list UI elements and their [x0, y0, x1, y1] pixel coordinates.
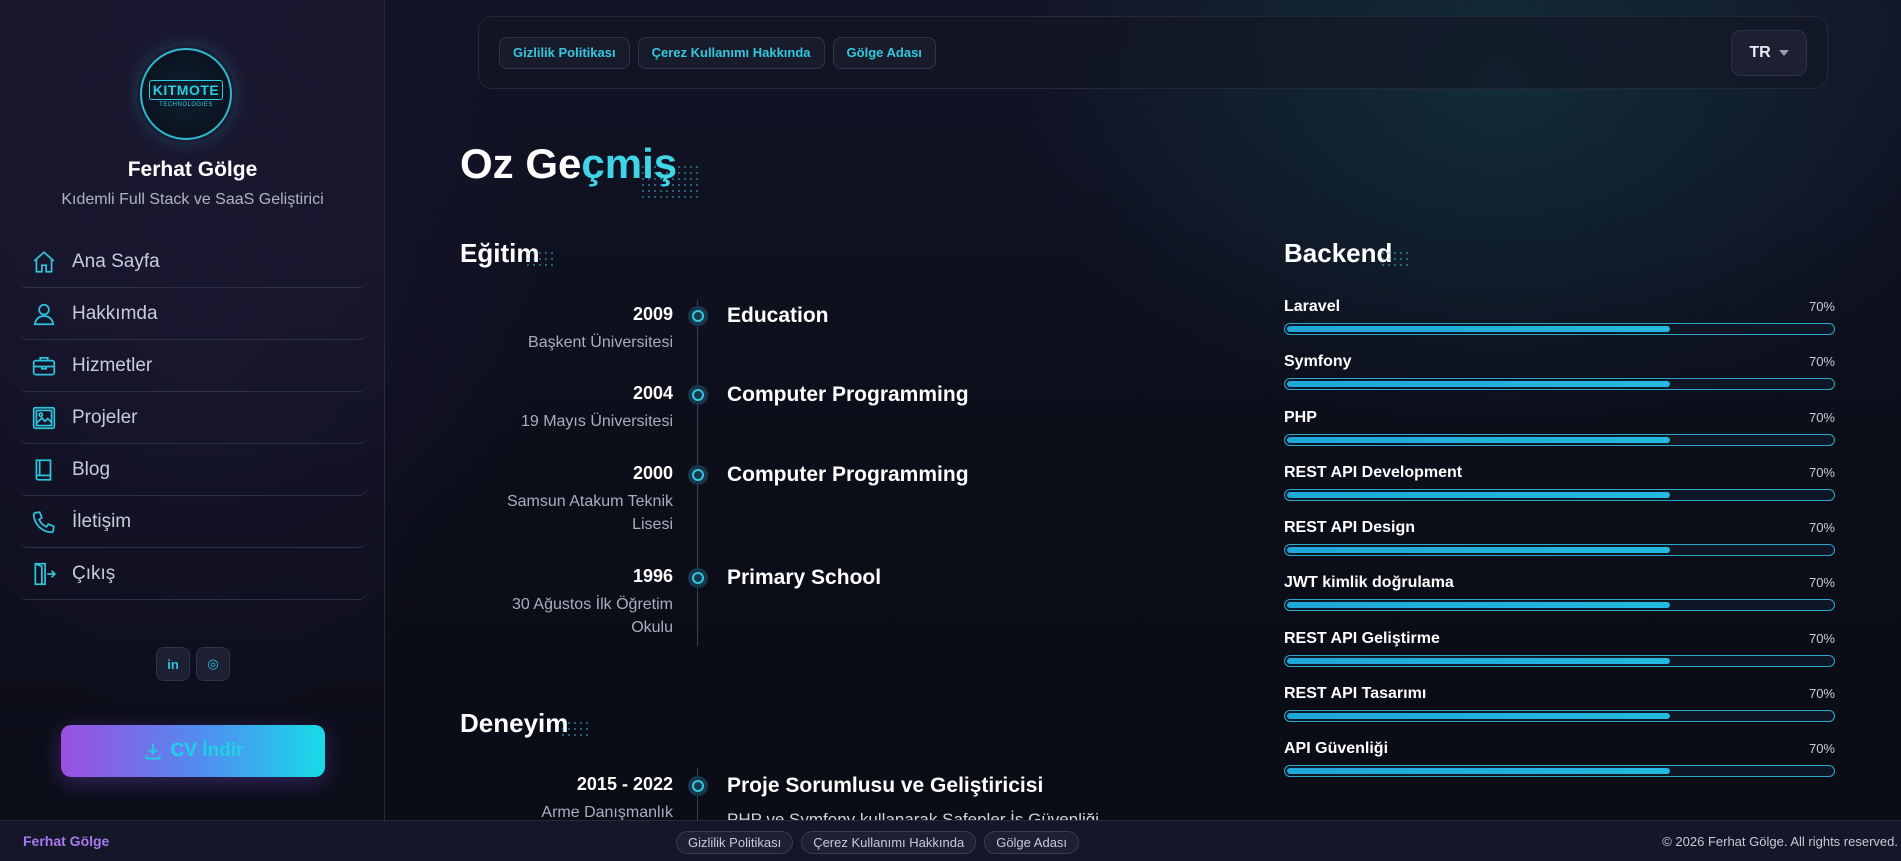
skill-progress-track	[1284, 599, 1835, 612]
copyright-text: © 2026 Ferhat Gölge. All rights reserved…	[1662, 834, 1898, 849]
skill-progress-track	[1284, 765, 1835, 778]
skill-name: PHP	[1284, 408, 1317, 426]
skill-name: REST API Design	[1284, 519, 1415, 537]
skill-name: REST API Tasarımı	[1284, 685, 1427, 703]
skill-name: Symfony	[1284, 353, 1352, 371]
skill-percent: 70%	[1808, 409, 1835, 425]
skill-row: Laravel 70%	[1284, 298, 1835, 353]
main-content: Oz Geçmiş Eğitim 2009 Başkent Üniversite…	[0, 0, 1901, 829]
timeline-title: Proje Sorumlusu ve Geliştiricisi	[727, 774, 1044, 797]
skill-progress-fill	[1287, 326, 1670, 332]
timeline-title: Computer Programming	[727, 383, 969, 406]
skill-row: JWT kimlik doğrulama 70%	[1284, 574, 1835, 629]
skill-progress-track	[1284, 433, 1835, 446]
footer-privacy-link[interactable]: Gizlilik Politikası	[676, 831, 794, 854]
timeline-year: 1996	[632, 566, 673, 586]
timeline-year: 2015 - 2022	[576, 774, 673, 794]
skill-percent: 70%	[1808, 464, 1835, 480]
skill-progress-fill	[1287, 657, 1670, 664]
timeline-institution: Samsun Atakum Teknik Lisesi	[506, 493, 673, 533]
skill-progress-track	[1284, 710, 1835, 723]
skill-row: REST API Tasarımı 70%	[1284, 685, 1835, 740]
timeline-dot	[688, 306, 708, 326]
skill-progress-track	[1284, 488, 1835, 501]
skill-percent: 70%	[1808, 630, 1835, 646]
decorative-dots	[525, 250, 555, 270]
skill-row: PHP 70%	[1284, 409, 1835, 464]
timeline-institution: 19 Mayıs Üniversitesi	[520, 413, 673, 430]
timeline-year: 2004	[632, 383, 673, 403]
timeline-institution: 30 Ağustos İlk Öğretim Okulu	[512, 596, 673, 636]
skill-progress-track	[1284, 378, 1835, 391]
skill-row: Symfony 70%	[1284, 353, 1835, 408]
skill-progress-fill	[1287, 547, 1670, 554]
skill-progress-fill	[1287, 491, 1670, 498]
skill-name: API Güvenliği	[1284, 740, 1389, 758]
timeline-dot	[688, 385, 708, 405]
skill-row: REST API Geliştirme 70%	[1284, 630, 1835, 685]
skill-percent: 70%	[1808, 520, 1835, 536]
skill-progress-fill	[1287, 713, 1670, 720]
skill-percent: 70%	[1808, 741, 1835, 757]
footer: Ferhat Gölge Gizlilik Politikası Çerez K…	[0, 820, 1901, 861]
skill-name: Laravel	[1284, 298, 1341, 315]
skill-name: REST API Development	[1284, 463, 1463, 481]
skill-progress-track	[1284, 544, 1835, 557]
skill-progress-fill	[1287, 381, 1670, 388]
skill-name: JWT kimlik doğrulama	[1284, 574, 1454, 592]
experience-heading: Deneyim	[460, 708, 569, 738]
skill-percent: 70%	[1808, 575, 1835, 591]
skill-progress-fill	[1287, 768, 1670, 775]
timeline-dot	[688, 776, 708, 796]
skill-row: REST API Design 70%	[1284, 519, 1835, 574]
decorative-dots	[560, 720, 590, 740]
footer-brand[interactable]: Ferhat Gölge	[23, 833, 109, 849]
skills-list: Laravel 70% Symfony 70% PHP 70% REST API Devel…	[1284, 298, 1835, 796]
skill-percent: 70%	[1808, 354, 1835, 370]
skill-row: API Güvenliği 70%	[1284, 740, 1835, 795]
timeline-institution: Başkent Üniversitesi	[528, 334, 673, 351]
timeline-dot	[688, 568, 708, 588]
skill-name: REST API Geliştirme	[1284, 629, 1440, 647]
skill-percent: 70%	[1808, 686, 1835, 702]
timeline-year: 2000	[632, 463, 673, 483]
footer-golge-adasi-link[interactable]: Gölge Adası	[984, 831, 1080, 854]
skill-percent: 70%	[1808, 299, 1835, 314]
skill-progress-fill	[1287, 436, 1670, 443]
footer-cookie-link[interactable]: Çerez Kullanımı Hakkında	[801, 831, 977, 854]
decorative-dots	[1380, 250, 1410, 270]
decorative-dots	[640, 164, 700, 200]
page-title-part1: Oz Ge	[460, 140, 582, 187]
footer-links: Gizlilik Politikası Çerez Kullanımı Hakk…	[676, 831, 1080, 854]
skills-heading: Backend	[1284, 238, 1393, 268]
skill-progress-fill	[1287, 602, 1670, 609]
timeline-title: Primary School	[727, 566, 882, 589]
timeline-year: 2009	[632, 304, 673, 324]
skill-row: REST API Development 70%	[1284, 464, 1835, 519]
timeline-dot	[688, 465, 708, 485]
skill-progress-track	[1284, 654, 1835, 667]
timeline-title: Computer Programming	[727, 463, 969, 486]
timeline-title: Education	[727, 304, 829, 327]
skill-progress-track	[1284, 323, 1835, 335]
